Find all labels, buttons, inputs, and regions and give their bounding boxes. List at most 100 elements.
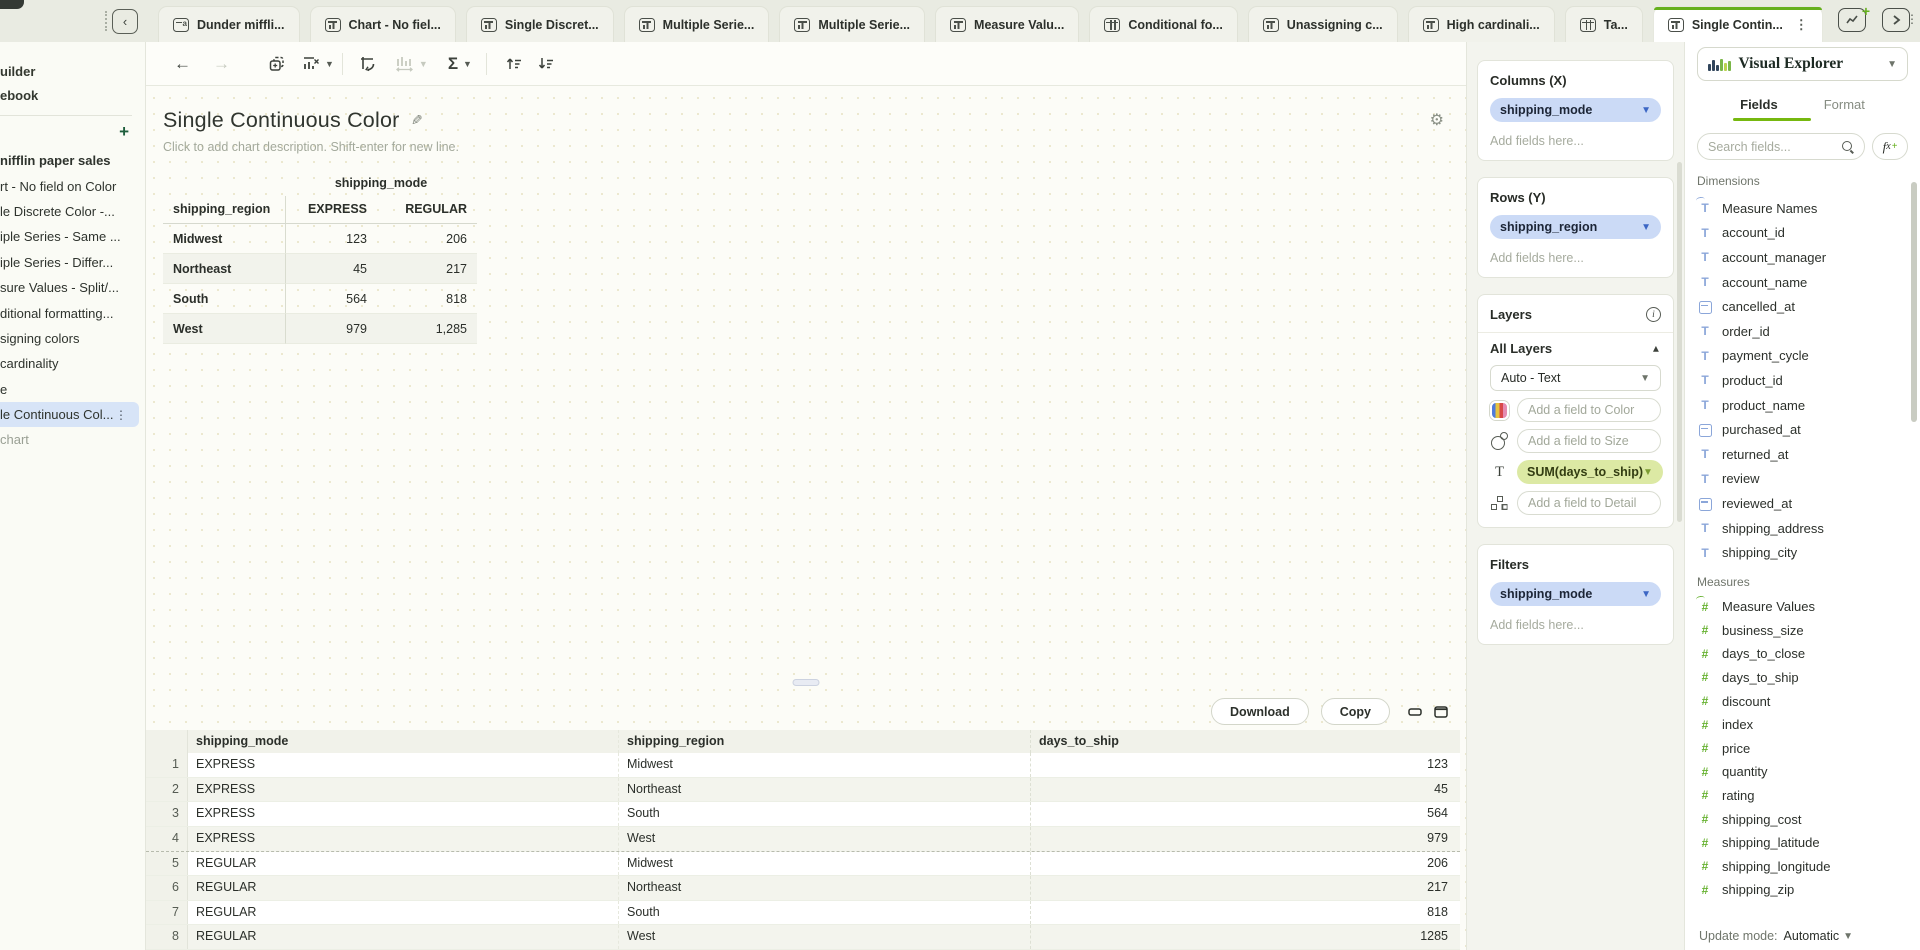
edit-title-icon[interactable]: ✎ xyxy=(411,112,423,129)
measure-field-item[interactable]: rating xyxy=(1697,784,1908,808)
dimension-field-item[interactable]: review xyxy=(1697,467,1908,492)
add-page-button[interactable]: + xyxy=(119,123,129,140)
results-row[interactable]: 4 EXPRESS West 979 xyxy=(146,827,1460,852)
measure-field-item[interactable]: shipping_cost xyxy=(1697,807,1908,831)
resize-handle[interactable] xyxy=(793,679,820,686)
histogram-icon[interactable]: ▼ xyxy=(396,56,428,72)
duplicate-chart-icon[interactable] xyxy=(268,55,286,73)
measure-field-item[interactable]: days_to_close xyxy=(1697,642,1908,666)
results-col-header[interactable]: shipping_mode xyxy=(188,730,618,754)
dimension-field-item[interactable]: purchased_at xyxy=(1697,417,1908,442)
sidebar-page-item[interactable]: iple Series - Differ... ⋮ xyxy=(0,250,145,275)
size-field-slot[interactable]: Add a field to Size xyxy=(1517,429,1661,453)
sidebar-page-item[interactable]: ditional formatting... ⋮ xyxy=(0,300,145,325)
dimension-field-item[interactable]: product_name xyxy=(1697,393,1908,418)
sidebar-page-item[interactable]: chart ⋮ xyxy=(0,427,145,452)
sidebar-page-item[interactable]: signing colors ⋮ xyxy=(0,326,145,351)
chevron-down-icon[interactable]: ▼ xyxy=(1643,467,1653,478)
editor-tab[interactable]: High cardinali... ⋮ xyxy=(1408,6,1555,42)
results-col-header[interactable]: shipping_region xyxy=(618,730,1030,754)
measure-field-item[interactable]: shipping_longitude xyxy=(1697,854,1908,878)
sidebar-page-item[interactable]: le Continuous Col... ⋮ xyxy=(0,402,139,427)
pivot-row[interactable]: South 564 818 xyxy=(163,284,477,314)
pivot-row[interactable]: Midwest 123 206 xyxy=(163,224,477,254)
dimension-field-item[interactable]: returned_at xyxy=(1697,442,1908,467)
columns-field-pill[interactable]: shipping_mode ▼ xyxy=(1490,98,1661,122)
results-row[interactable]: 6 REGULAR Northeast 217 xyxy=(146,876,1460,901)
editor-tab[interactable]: Chart - No fiel... ⋮ xyxy=(310,6,456,42)
maximize-results-icon[interactable] xyxy=(1434,706,1448,718)
mark-type-select[interactable]: Auto - Text ▼ xyxy=(1490,365,1661,391)
sidebar-nav-notebook[interactable]: ebook xyxy=(0,84,145,108)
editor-tab[interactable]: Conditional fo... ⋮ xyxy=(1089,6,1237,42)
dimension-field-item[interactable]: shipping_city xyxy=(1697,540,1908,565)
swap-axes-icon[interactable] xyxy=(359,55,378,73)
visual-explorer-menu[interactable]: Visual Explorer ▼ xyxy=(1697,47,1908,81)
measure-field-item[interactable]: business_size xyxy=(1697,619,1908,643)
dimension-field-item[interactable]: account_name xyxy=(1697,270,1908,295)
measure-field-item[interactable]: shipping_latitude xyxy=(1697,831,1908,855)
add-chart-tab-button[interactable]: + xyxy=(1838,8,1866,32)
sort-ascending-icon[interactable] xyxy=(505,56,523,71)
measure-field-item[interactable]: discount xyxy=(1697,689,1908,713)
measure-field-item[interactable]: days_to_ship xyxy=(1697,666,1908,690)
editor-tab[interactable]: Multiple Serie... ⋮ xyxy=(779,6,925,42)
editor-tab[interactable]: Multiple Serie... ⋮ xyxy=(624,6,770,42)
text-field-pill[interactable]: SUM(days_to_ship) ▼ xyxy=(1517,460,1663,484)
sort-descending-icon[interactable] xyxy=(537,56,555,71)
results-row[interactable]: 5 REGULAR Midwest 206 xyxy=(146,852,1460,877)
fields-scrollbar[interactable] xyxy=(1911,182,1917,422)
dimension-field-item[interactable]: Measure Names xyxy=(1697,196,1908,221)
sidebar-page-item[interactable]: nifflin paper sales ⋮ xyxy=(0,148,145,173)
dimension-field-item[interactable]: payment_cycle xyxy=(1697,344,1908,369)
all-layers-row[interactable]: All Layers ▼ xyxy=(1490,341,1661,356)
sidebar-page-item[interactable]: rt - No field on Color ⋮ xyxy=(0,173,145,198)
collapse-sidebar-icon[interactable]: ‹ xyxy=(112,9,138,34)
sidebar-page-item[interactable]: cardinality ⋮ xyxy=(0,351,145,376)
measure-field-item[interactable]: index xyxy=(1697,713,1908,737)
measure-field-item[interactable]: price xyxy=(1697,736,1908,760)
results-row[interactable]: 1 EXPRESS Midwest 123 xyxy=(146,753,1460,778)
remove-chart-icon[interactable]: ▼ xyxy=(302,56,334,72)
editor-tab[interactable]: Measure Valu... ⋮ xyxy=(935,6,1079,42)
dimension-field-item[interactable]: order_id xyxy=(1697,319,1908,344)
tab-menu-icon[interactable]: ⋮ xyxy=(1795,17,1808,33)
pivot-row[interactable]: Northeast 45 217 xyxy=(163,254,477,284)
results-row[interactable]: 2 EXPRESS Northeast 45 xyxy=(146,778,1460,803)
results-row[interactable]: 3 EXPRESS South 564 xyxy=(146,802,1460,827)
search-fields-input[interactable]: Search fields... xyxy=(1697,133,1865,160)
add-formula-button[interactable]: fx+ xyxy=(1872,133,1908,160)
filters-field-pill[interactable]: shipping_mode ▼ xyxy=(1490,582,1661,606)
chevron-down-icon[interactable]: ▼ xyxy=(1641,105,1651,116)
tab-format[interactable]: Format xyxy=(1824,95,1865,121)
chart-title[interactable]: Single Continuous Color xyxy=(163,108,399,133)
detail-field-slot[interactable]: Add a field to Detail xyxy=(1517,491,1661,515)
pivot-row[interactable]: West 979 1,285 xyxy=(163,314,477,344)
sidebar-item-menu-icon[interactable]: ⋮ xyxy=(115,408,139,422)
editor-tab[interactable]: Unassigning c... ⋮ xyxy=(1248,6,1398,42)
dimension-field-item[interactable]: account_id xyxy=(1697,221,1908,246)
rows-field-pill[interactable]: shipping_region ▼ xyxy=(1490,215,1661,239)
download-button[interactable]: Download xyxy=(1211,698,1309,725)
editor-tab[interactable]: Dunder miffli... ⋮ xyxy=(158,6,300,42)
chevron-down-icon[interactable]: ▼ xyxy=(1641,589,1651,600)
undo-icon[interactable]: ← xyxy=(174,55,191,72)
results-row[interactable]: 7 REGULAR South 818 xyxy=(146,901,1460,926)
chart-description-placeholder[interactable]: Click to add chart description. Shift-en… xyxy=(163,140,1466,154)
add-fields-hint[interactable]: Add fields here... xyxy=(1490,618,1661,632)
editor-tab[interactable]: Single Discret... ⋮ xyxy=(466,6,614,42)
sidebar-page-item[interactable]: le Discrete Color -... ⋮ xyxy=(0,199,145,224)
results-col-header[interactable]: days_to_ship xyxy=(1030,730,1460,754)
update-mode-select[interactable]: Automatic ▼ xyxy=(1784,929,1854,943)
dimension-field-item[interactable]: product_id xyxy=(1697,368,1908,393)
sidebar-page-item[interactable]: iple Series - Same ... ⋮ xyxy=(0,224,145,249)
measure-field-item[interactable]: quantity xyxy=(1697,760,1908,784)
chevron-down-icon[interactable]: ▼ xyxy=(1887,59,1897,70)
dimension-field-item[interactable]: reviewed_at xyxy=(1697,491,1908,516)
add-fields-hint[interactable]: Add fields here... xyxy=(1490,134,1661,148)
measure-field-item[interactable]: shipping_zip xyxy=(1697,878,1908,902)
editor-tab[interactable]: Ta... ⋮ xyxy=(1565,6,1643,42)
info-icon[interactable]: i xyxy=(1646,307,1661,322)
sidebar-page-item[interactable]: sure Values - Split/... ⋮ xyxy=(0,275,145,300)
expand-panel-icon[interactable]: ⋮ xyxy=(1882,8,1910,32)
